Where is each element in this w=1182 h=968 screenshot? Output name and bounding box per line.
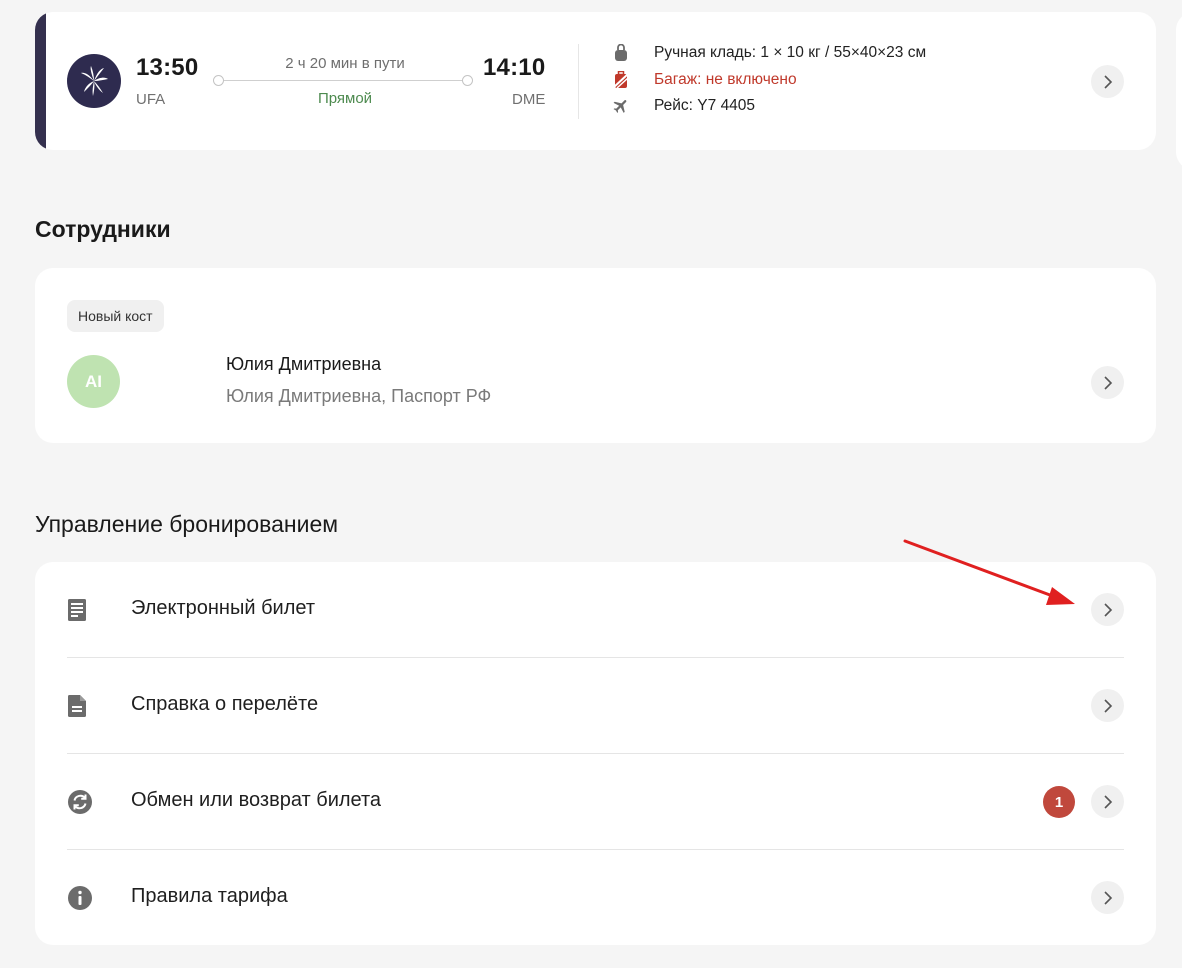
flight-number-info: Рейс: Y7 4405 <box>611 96 755 116</box>
employee-card[interactable]: Новый кост AI Юлия Дмитриевна Юлия Дмитр… <box>35 268 1156 443</box>
chevron-right-icon <box>1103 698 1112 713</box>
exchange-refund-button[interactable] <box>1091 785 1124 818</box>
flight-card[interactable]: 13:50 UFA 2 ч 20 мин в пути Прямой 14:10… <box>35 12 1156 150</box>
side-panel-edge <box>1176 12 1182 170</box>
employees-title: Сотрудники <box>35 216 171 242</box>
flight-number-text: Рейс: Y7 4405 <box>654 97 756 114</box>
carry-on-info: Ручная кладь: 1 × 10 кг / 55×40×23 см <box>611 43 926 63</box>
flight-duration: 2 ч 20 мин в пути <box>285 55 405 72</box>
menu-item-label: Правила тарифа <box>131 885 288 907</box>
route-start-dot <box>213 75 224 86</box>
manage-booking-card: Электронный билет Справка о перелёте Обм… <box>35 562 1156 945</box>
flight-accent-bar <box>35 12 46 150</box>
baggage-info: Багаж: не включено <box>611 70 797 90</box>
fare-rules-button[interactable] <box>1091 881 1124 914</box>
chevron-right-icon <box>1103 794 1112 809</box>
menu-item-exchange-refund[interactable]: Обмен или возврат билета 1 <box>35 754 1156 850</box>
file-icon <box>67 692 87 720</box>
menu-item-fare-rules[interactable]: Правила тарифа <box>35 850 1156 945</box>
employee-document: Юлия Дмитриевна, Паспорт РФ <box>226 386 492 406</box>
menu-item-label: Электронный билет <box>131 597 315 619</box>
chevron-right-icon <box>1103 602 1112 617</box>
airplane-icon <box>611 96 631 116</box>
route-line <box>219 80 469 81</box>
menu-item-e-ticket[interactable]: Электронный билет <box>35 562 1156 658</box>
manage-booking-title: Управление бронированием <box>35 511 339 537</box>
departure-time: 13:50 <box>136 54 199 81</box>
exchange-icon <box>67 788 93 816</box>
carry-on-text: Ручная кладь: 1 × 10 кг / 55×40×23 см <box>654 44 927 61</box>
avatar: AI <box>67 355 120 408</box>
no-baggage-icon <box>611 70 631 90</box>
menu-item-flight-certificate[interactable]: Справка о перелёте <box>35 658 1156 754</box>
ticket-document-icon <box>67 596 87 624</box>
menu-item-label: Справка о перелёте <box>131 693 319 715</box>
baggage-text: Багаж: не включено <box>654 71 797 88</box>
menu-item-label: Обмен или возврат билета <box>131 789 382 811</box>
flight-details-button[interactable] <box>1091 65 1124 98</box>
departure-airport: UFA <box>136 91 166 108</box>
hand-bag-icon <box>611 43 631 63</box>
arrival-airport: DME <box>512 91 546 108</box>
route-type: Прямой <box>317 90 373 107</box>
employee-details-button[interactable] <box>1091 366 1124 399</box>
route-end-dot <box>462 75 473 86</box>
airline-logo-icon <box>67 54 121 108</box>
notification-badge: 1 <box>1043 786 1075 818</box>
employee-name: Юлия Дмитриевна <box>226 354 382 374</box>
flight-divider <box>578 44 579 119</box>
booking-page: 13:50 UFA 2 ч 20 мин в пути Прямой 14:10… <box>0 0 1182 968</box>
info-icon <box>67 884 93 912</box>
chevron-right-icon <box>1103 890 1112 905</box>
cost-center-chip: Новый кост <box>67 300 164 332</box>
flight-certificate-button[interactable] <box>1091 689 1124 722</box>
e-ticket-button[interactable] <box>1091 593 1124 626</box>
arrival-time: 14:10 <box>483 54 546 81</box>
chevron-right-icon <box>1103 375 1112 390</box>
chevron-right-icon <box>1103 74 1112 89</box>
